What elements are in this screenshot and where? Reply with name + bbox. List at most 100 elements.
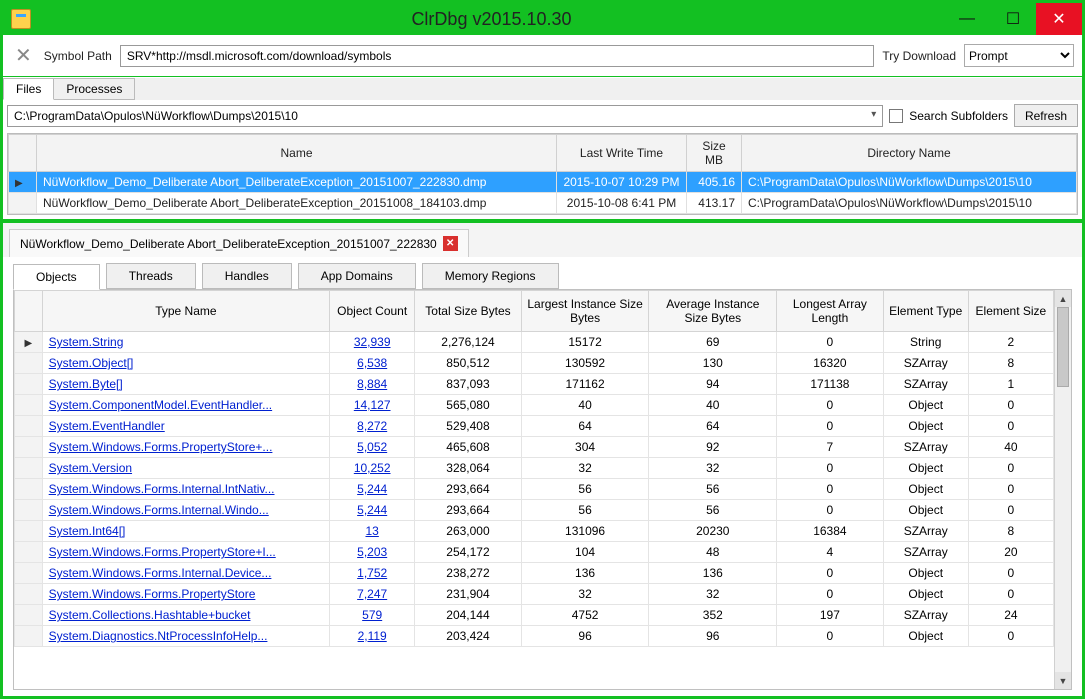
tab-handles[interactable]: Handles xyxy=(202,263,292,289)
count-link[interactable]: 579 xyxy=(362,608,382,622)
client-area: ✕ Symbol Path Try Download Prompt Files … xyxy=(3,35,1082,696)
count-link[interactable]: 8,884 xyxy=(357,377,387,391)
count-link[interactable]: 14,127 xyxy=(354,398,391,412)
object-row[interactable]: System.Windows.Forms.PropertyStore7,2472… xyxy=(15,584,1054,605)
type-link[interactable]: System.ComponentModel.EventHandler... xyxy=(49,398,272,412)
files-grid: Name Last Write Time Size MB Directory N… xyxy=(7,133,1078,215)
object-row[interactable]: System.ComponentModel.EventHandler... 14,… xyxy=(15,395,1054,416)
object-row[interactable]: System.Byte[]8,884837,09317116294171138S… xyxy=(15,374,1054,395)
count-link[interactable]: 13 xyxy=(365,524,378,538)
obj-col-avg[interactable]: Average Instance Size Bytes xyxy=(649,291,777,332)
tab-threads[interactable]: Threads xyxy=(106,263,196,289)
object-row[interactable]: System.Diagnostics.NtProcessInfoHelp... 2… xyxy=(15,626,1054,647)
obj-total: 2,276,124 xyxy=(415,332,521,353)
obj-rowheader-col[interactable] xyxy=(15,291,43,332)
type-link[interactable]: System.Windows.Forms.Internal.IntNativ..… xyxy=(49,482,275,496)
type-link[interactable]: System.Version xyxy=(49,461,132,475)
tab-objects[interactable]: Objects xyxy=(13,264,100,290)
tab-memoryregions[interactable]: Memory Regions xyxy=(422,263,559,289)
type-link[interactable]: System.Windows.Forms.Internal.Windo... xyxy=(49,503,269,517)
obj-eltype: SZArray xyxy=(883,605,968,626)
obj-total: 465,608 xyxy=(415,437,521,458)
obj-eltype: SZArray xyxy=(883,521,968,542)
maximize-button[interactable]: ☐ xyxy=(990,3,1036,35)
count-link[interactable]: 5,244 xyxy=(357,482,387,496)
row-indicator xyxy=(15,374,43,395)
close-button[interactable]: ✕ xyxy=(1036,3,1082,35)
files-col-name[interactable]: Name xyxy=(37,135,557,172)
scroll-down-icon[interactable]: ▼ xyxy=(1055,672,1071,689)
object-row[interactable]: System.Collections.Hashtable+bucket 579 20… xyxy=(15,605,1054,626)
type-link[interactable]: System.Diagnostics.NtProcessInfoHelp... xyxy=(49,629,268,643)
obj-col-arrlen[interactable]: Longest Array Length xyxy=(777,291,883,332)
dump-tab[interactable]: NüWorkflow_Demo_Deliberate Abort_Deliber… xyxy=(9,229,469,257)
obj-col-eltype[interactable]: Element Type xyxy=(883,291,968,332)
type-link[interactable]: System.Int64[] xyxy=(49,524,126,538)
files-col-dir[interactable]: Directory Name xyxy=(742,135,1077,172)
type-link[interactable]: System.Windows.Forms.PropertyStore xyxy=(49,587,256,601)
obj-count: 2,119 xyxy=(330,626,415,647)
obj-type: System.Windows.Forms.PropertyStore+I... xyxy=(42,542,329,563)
count-link[interactable]: 32,939 xyxy=(354,335,391,349)
object-row[interactable]: System.Windows.Forms.Internal.Windo... 5,… xyxy=(15,500,1054,521)
vertical-scrollbar[interactable]: ▲ ▼ xyxy=(1054,290,1071,689)
scroll-up-icon[interactable]: ▲ xyxy=(1055,290,1071,307)
object-row[interactable]: System.EventHandler8,272529,40864640Obje… xyxy=(15,416,1054,437)
obj-arrlen: 0 xyxy=(777,563,883,584)
titlebar[interactable]: ClrDbg v2015.10.30 — ☐ ✕ xyxy=(3,3,1082,35)
minimize-button[interactable]: — xyxy=(944,3,990,35)
object-row[interactable]: ▶System.String32,9392,276,12415172690Str… xyxy=(15,332,1054,353)
object-row[interactable]: System.Windows.Forms.Internal.Device... 1… xyxy=(15,563,1054,584)
type-link[interactable]: System.Byte[] xyxy=(49,377,123,391)
type-link[interactable]: System.Object[] xyxy=(49,356,134,370)
count-link[interactable]: 2,119 xyxy=(358,629,387,643)
close-icon[interactable]: ✕ xyxy=(11,43,36,68)
obj-col-largest[interactable]: Largest Instance Size Bytes xyxy=(521,291,649,332)
obj-largest: 40 xyxy=(521,395,649,416)
count-link[interactable]: 10,252 xyxy=(354,461,391,475)
try-download-select[interactable]: Prompt xyxy=(964,44,1074,67)
tab-appdomains[interactable]: App Domains xyxy=(298,263,416,289)
type-link[interactable]: System.Windows.Forms.PropertyStore+... xyxy=(49,440,273,454)
tab-files[interactable]: Files xyxy=(3,78,54,100)
file-row[interactable]: NüWorkflow_Demo_Deliberate Abort_Deliber… xyxy=(9,193,1077,214)
type-link[interactable]: System.Collections.Hashtable+bucket xyxy=(49,608,251,622)
files-col-size[interactable]: Size MB xyxy=(687,135,742,172)
tab-processes[interactable]: Processes xyxy=(53,78,135,100)
object-row[interactable]: System.Windows.Forms.PropertyStore+... 5,… xyxy=(15,437,1054,458)
count-link[interactable]: 1,752 xyxy=(357,566,387,580)
dump-tab-close-icon[interactable]: ✕ xyxy=(443,236,458,251)
type-link[interactable]: System.String xyxy=(49,335,124,349)
files-col-lwt[interactable]: Last Write Time xyxy=(557,135,687,172)
file-row[interactable]: ▶NüWorkflow_Demo_Deliberate Abort_Delibe… xyxy=(9,172,1077,193)
count-link[interactable]: 5,052 xyxy=(357,440,387,454)
obj-col-elsize[interactable]: Element Size xyxy=(968,291,1053,332)
object-row[interactable]: System.Int64[]13263,0001310962023016384S… xyxy=(15,521,1054,542)
type-link[interactable]: System.EventHandler xyxy=(49,419,165,433)
obj-total: 204,144 xyxy=(415,605,521,626)
scroll-thumb[interactable] xyxy=(1057,307,1069,387)
count-link[interactable]: 7,247 xyxy=(357,587,387,601)
symbol-path-input[interactable] xyxy=(120,45,875,67)
count-link[interactable]: 5,244 xyxy=(357,503,387,517)
obj-col-type[interactable]: Type Name xyxy=(42,291,329,332)
search-subfolders-checkbox[interactable] xyxy=(889,109,903,123)
count-link[interactable]: 6,538 xyxy=(357,356,387,370)
count-link[interactable]: 5,203 xyxy=(357,545,387,559)
type-link[interactable]: System.Windows.Forms.PropertyStore+I... xyxy=(49,545,276,559)
object-row[interactable]: System.Windows.Forms.PropertyStore+I... 5… xyxy=(15,542,1054,563)
obj-col-count[interactable]: Object Count xyxy=(330,291,415,332)
obj-arrlen: 0 xyxy=(777,395,883,416)
refresh-button[interactable]: Refresh xyxy=(1014,104,1078,127)
obj-col-total[interactable]: Total Size Bytes xyxy=(415,291,521,332)
count-link[interactable]: 8,272 xyxy=(357,419,387,433)
obj-count: 8,884 xyxy=(330,374,415,395)
object-row[interactable]: System.Version10,252328,06432320Object0 xyxy=(15,458,1054,479)
files-rowheader-col[interactable] xyxy=(9,135,37,172)
type-link[interactable]: System.Windows.Forms.Internal.Device... xyxy=(49,566,272,580)
object-row[interactable]: System.Windows.Forms.Internal.IntNativ..… xyxy=(15,479,1054,500)
folder-path-combo[interactable]: C:\ProgramData\Opulos\NüWorkflow\Dumps\2… xyxy=(7,105,883,127)
object-row[interactable]: System.Object[]6,538850,5121305921301632… xyxy=(15,353,1054,374)
scroll-track[interactable] xyxy=(1055,307,1071,672)
analysis-pane: NüWorkflow_Demo_Deliberate Abort_Deliber… xyxy=(3,219,1082,696)
